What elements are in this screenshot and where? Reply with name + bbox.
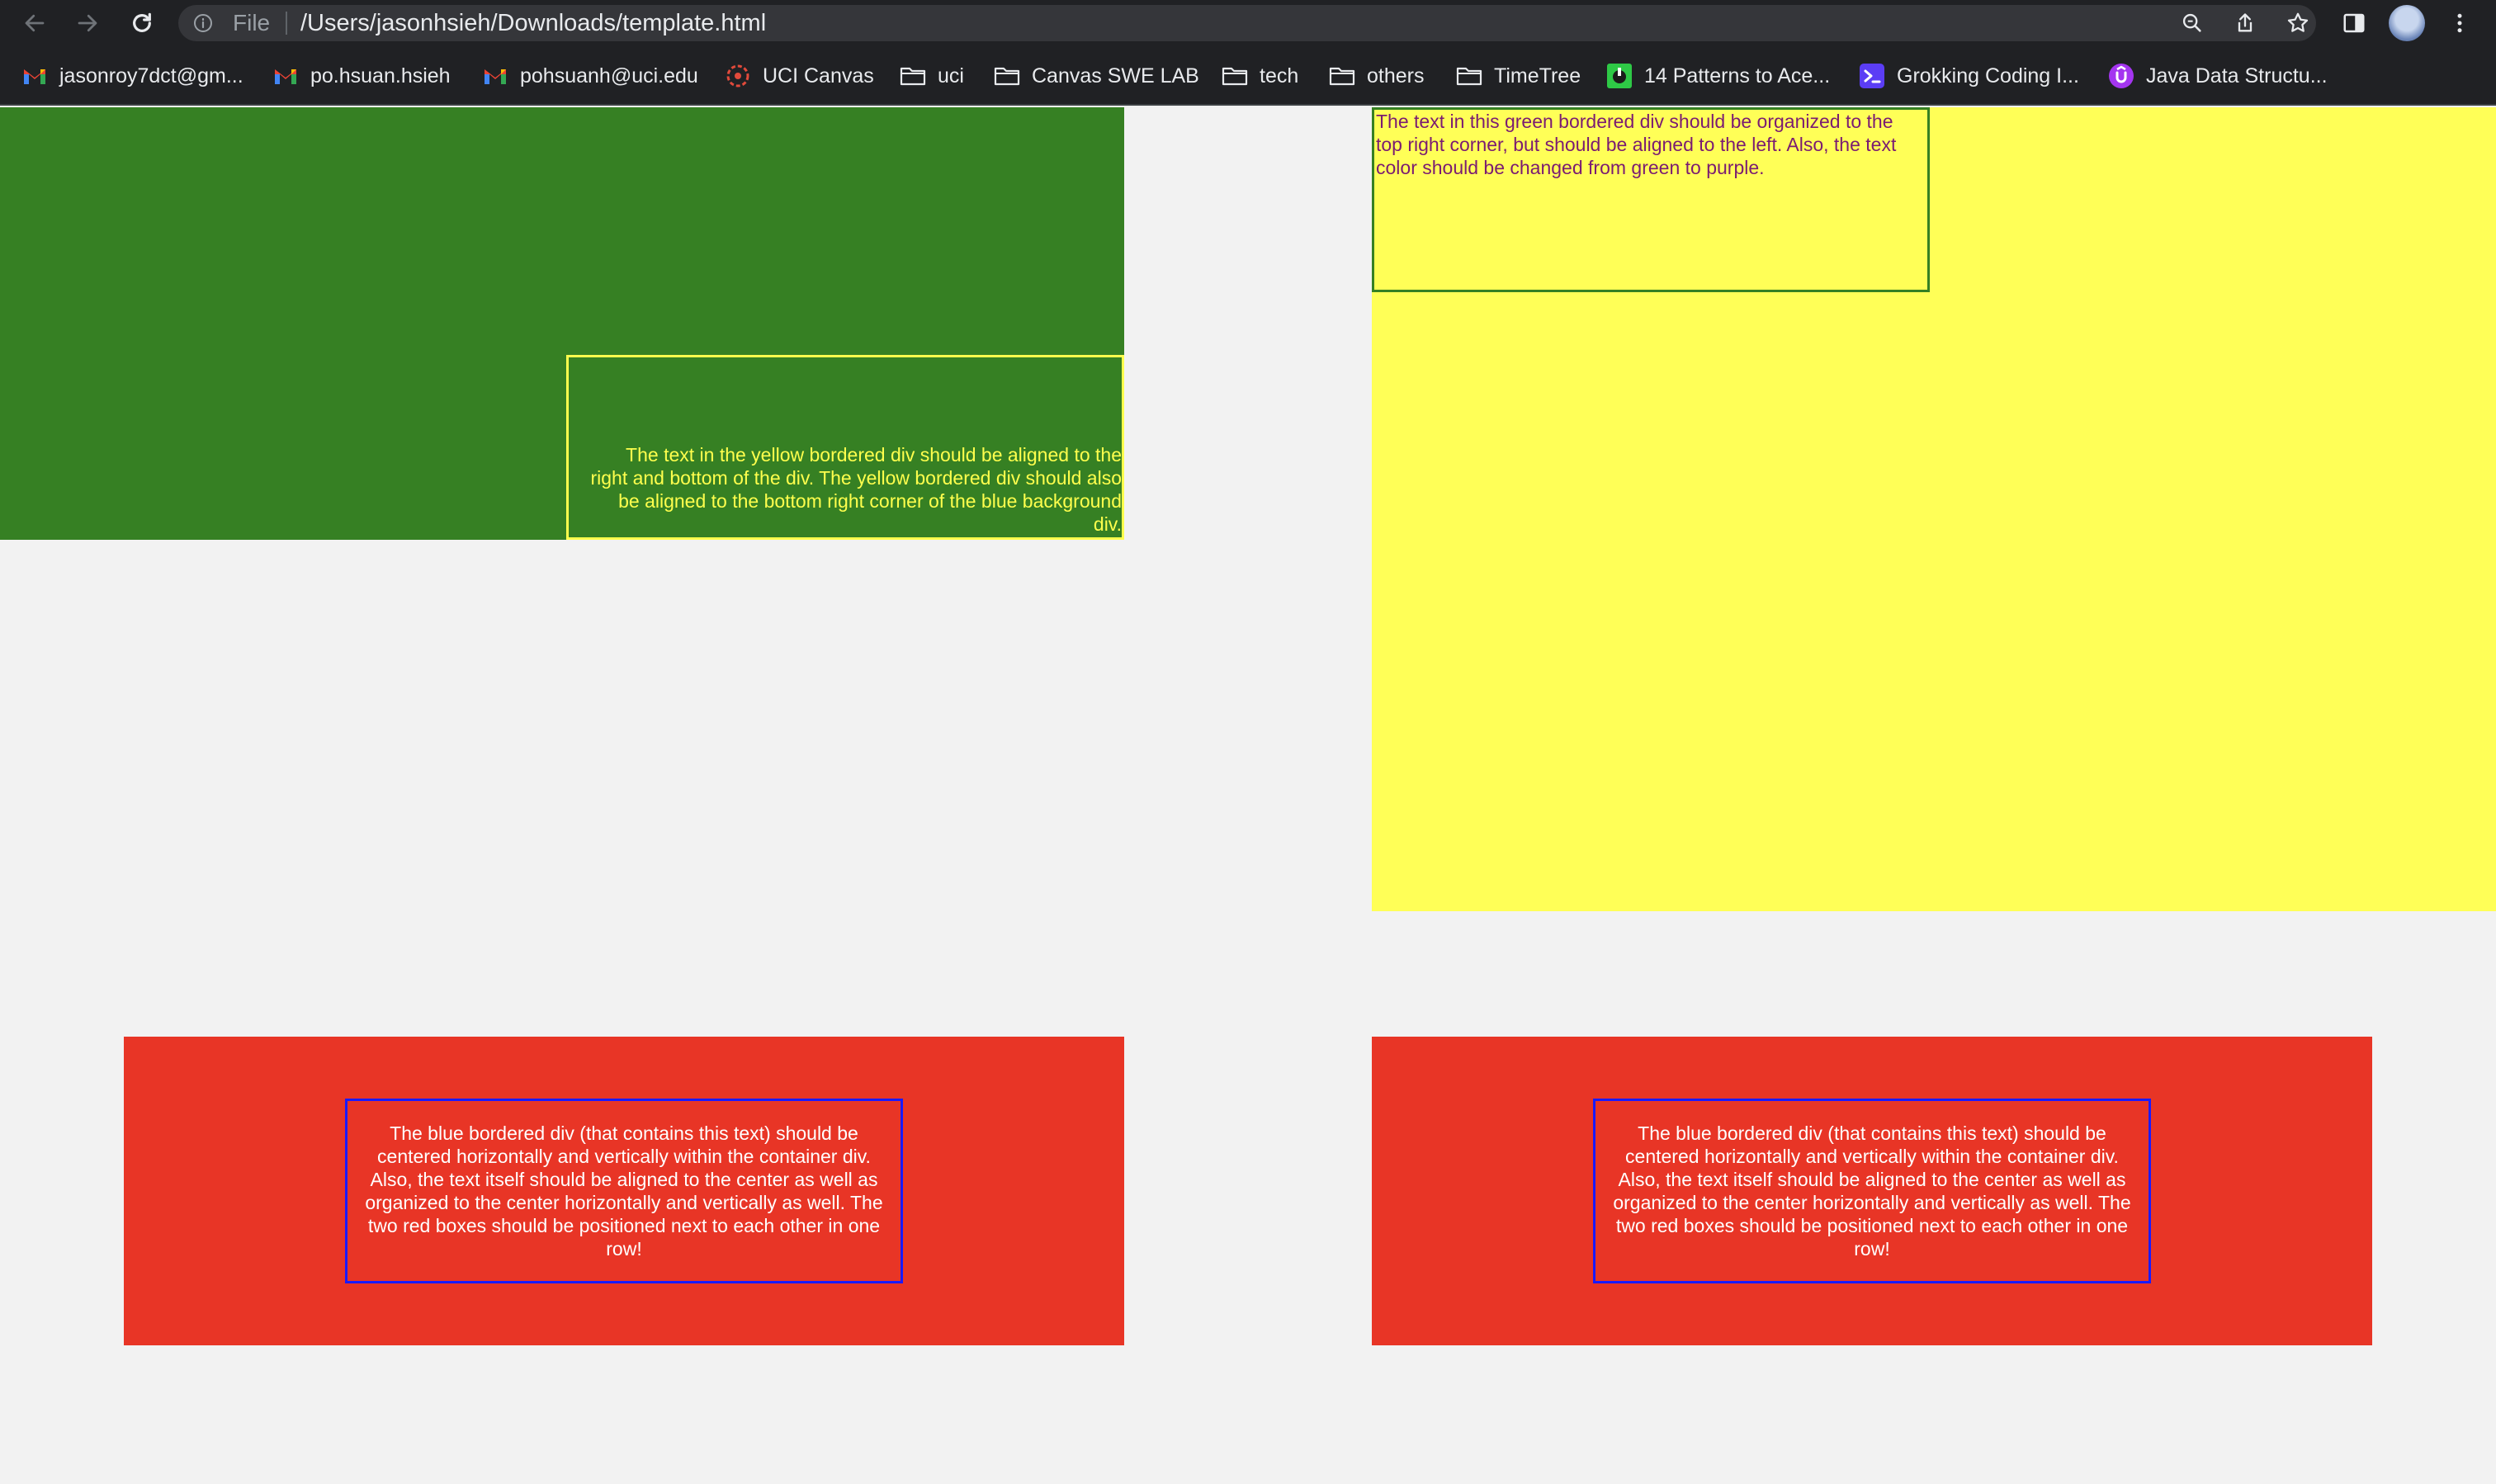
address-bar[interactable]: File /Users/jasonhsieh/Downloads/templat… — [178, 5, 2316, 41]
url-text[interactable]: /Users/jasonhsieh/Downloads/template.htm… — [300, 12, 766, 35]
bookmark-label: uci — [938, 64, 964, 87]
arrow-right-icon — [78, 14, 97, 32]
bookmark-item[interactable]: pohsuanh@uci.edu — [482, 59, 698, 92]
bookmarks-bar: jasonroy7dct@gm... po.hsuan.hsieh pohsua… — [0, 46, 2496, 106]
reload-button[interactable] — [125, 7, 158, 40]
bookmark-item[interactable]: tech — [1222, 59, 1298, 92]
share-icon — [2238, 13, 2253, 32]
page-viewport: The text in the yellow bordered div shou… — [0, 107, 2496, 1484]
green-bordered-text: The text in this green bordered div shou… — [1376, 111, 1897, 178]
bookmark-item[interactable]: 14 Patterns to Ace... — [1606, 59, 1830, 92]
forward-button[interactable] — [71, 7, 104, 40]
red-container-left: The blue bordered div (that contains thi… — [124, 1037, 1124, 1345]
bookmark-label: UCI Canvas — [763, 64, 874, 87]
back-button[interactable] — [18, 7, 51, 40]
bookmark-item[interactable]: Java Data Structu... — [2108, 59, 2328, 92]
bookmark-item[interactable]: others — [1329, 59, 1424, 92]
magnifier-icon — [2182, 13, 2201, 32]
bookmark-label: TimeTree — [1494, 64, 1581, 87]
gmail-icon — [272, 63, 299, 89]
bookmark-item[interactable]: jasonroy7dct@gm... — [21, 59, 243, 92]
bookmark-label: others — [1367, 64, 1425, 87]
green-bordered-div: The text in this green bordered div shou… — [1372, 107, 1930, 292]
omnibox-divider — [286, 12, 287, 35]
browser-toolbar: File /Users/jasonhsieh/Downloads/templat… — [0, 0, 2496, 46]
folder-icon — [900, 63, 926, 89]
bookmark-item[interactable]: Grokking Coding I... — [1859, 59, 2079, 92]
scheme-label: File — [233, 10, 271, 35]
bookmark-label: po.hsuan.hsieh — [310, 64, 451, 87]
bookmark-item[interactable]: TimeTree — [1456, 59, 1581, 92]
bookmark-label: pohsuanh@uci.edu — [520, 64, 698, 87]
arrow-left-icon — [25, 14, 45, 32]
folder-icon — [1222, 63, 1248, 89]
canvas-icon — [725, 63, 751, 89]
yellow-bordered-text: The text in the yellow bordered div shou… — [590, 444, 1122, 535]
reload-icon — [133, 12, 151, 32]
side-panel-button[interactable] — [2338, 7, 2371, 40]
hackernoon-icon — [1606, 63, 1633, 89]
bookmark-item[interactable]: Canvas SWE LAB — [994, 59, 1199, 92]
blue-bordered-text: The blue bordered div (that contains thi… — [1613, 1122, 2131, 1260]
bookmark-item[interactable]: uci — [900, 59, 964, 92]
bookmark-item[interactable]: po.hsuan.hsieh — [272, 59, 451, 92]
gmail-icon — [482, 63, 508, 89]
zoom-button[interactable] — [2179, 10, 2205, 36]
terminal-icon — [1859, 63, 1885, 89]
bookmark-label: Grokking Coding I... — [1897, 64, 2079, 87]
share-button[interactable] — [2232, 10, 2258, 36]
udemy-icon — [2108, 63, 2134, 89]
side-panel-icon — [2343, 13, 2365, 33]
folder-icon — [1329, 63, 1355, 89]
bookmark-star-button[interactable] — [2285, 10, 2311, 36]
blue-bordered-div: The blue bordered div (that contains thi… — [1593, 1099, 2151, 1283]
bookmark-label: jasonroy7dct@gm... — [59, 64, 243, 87]
red-container-right: The blue bordered div (that contains thi… — [1372, 1037, 2372, 1345]
gmail-icon — [21, 63, 48, 89]
folder-icon — [994, 63, 1020, 89]
bookmark-label: 14 Patterns to Ace... — [1644, 64, 1831, 87]
blue-bordered-text: The blue bordered div (that contains thi… — [365, 1122, 883, 1260]
yellow-bordered-div: The text in the yellow bordered div shou… — [566, 355, 1124, 540]
bookmark-label: tech — [1260, 64, 1299, 87]
bookmark-label: Canvas SWE LAB — [1032, 64, 1199, 87]
folder-icon — [1456, 63, 1482, 89]
star-icon — [2287, 12, 2309, 32]
info-icon[interactable] — [193, 13, 213, 33]
kebab-menu-icon — [2457, 13, 2462, 33]
blue-bordered-div: The blue bordered div (that contains thi… — [345, 1099, 903, 1283]
profile-avatar[interactable] — [2389, 5, 2425, 41]
menu-button[interactable] — [2443, 7, 2476, 40]
bookmark-item[interactable]: UCI Canvas — [725, 59, 874, 92]
bookmark-label: Java Data Structu... — [2146, 64, 2328, 87]
